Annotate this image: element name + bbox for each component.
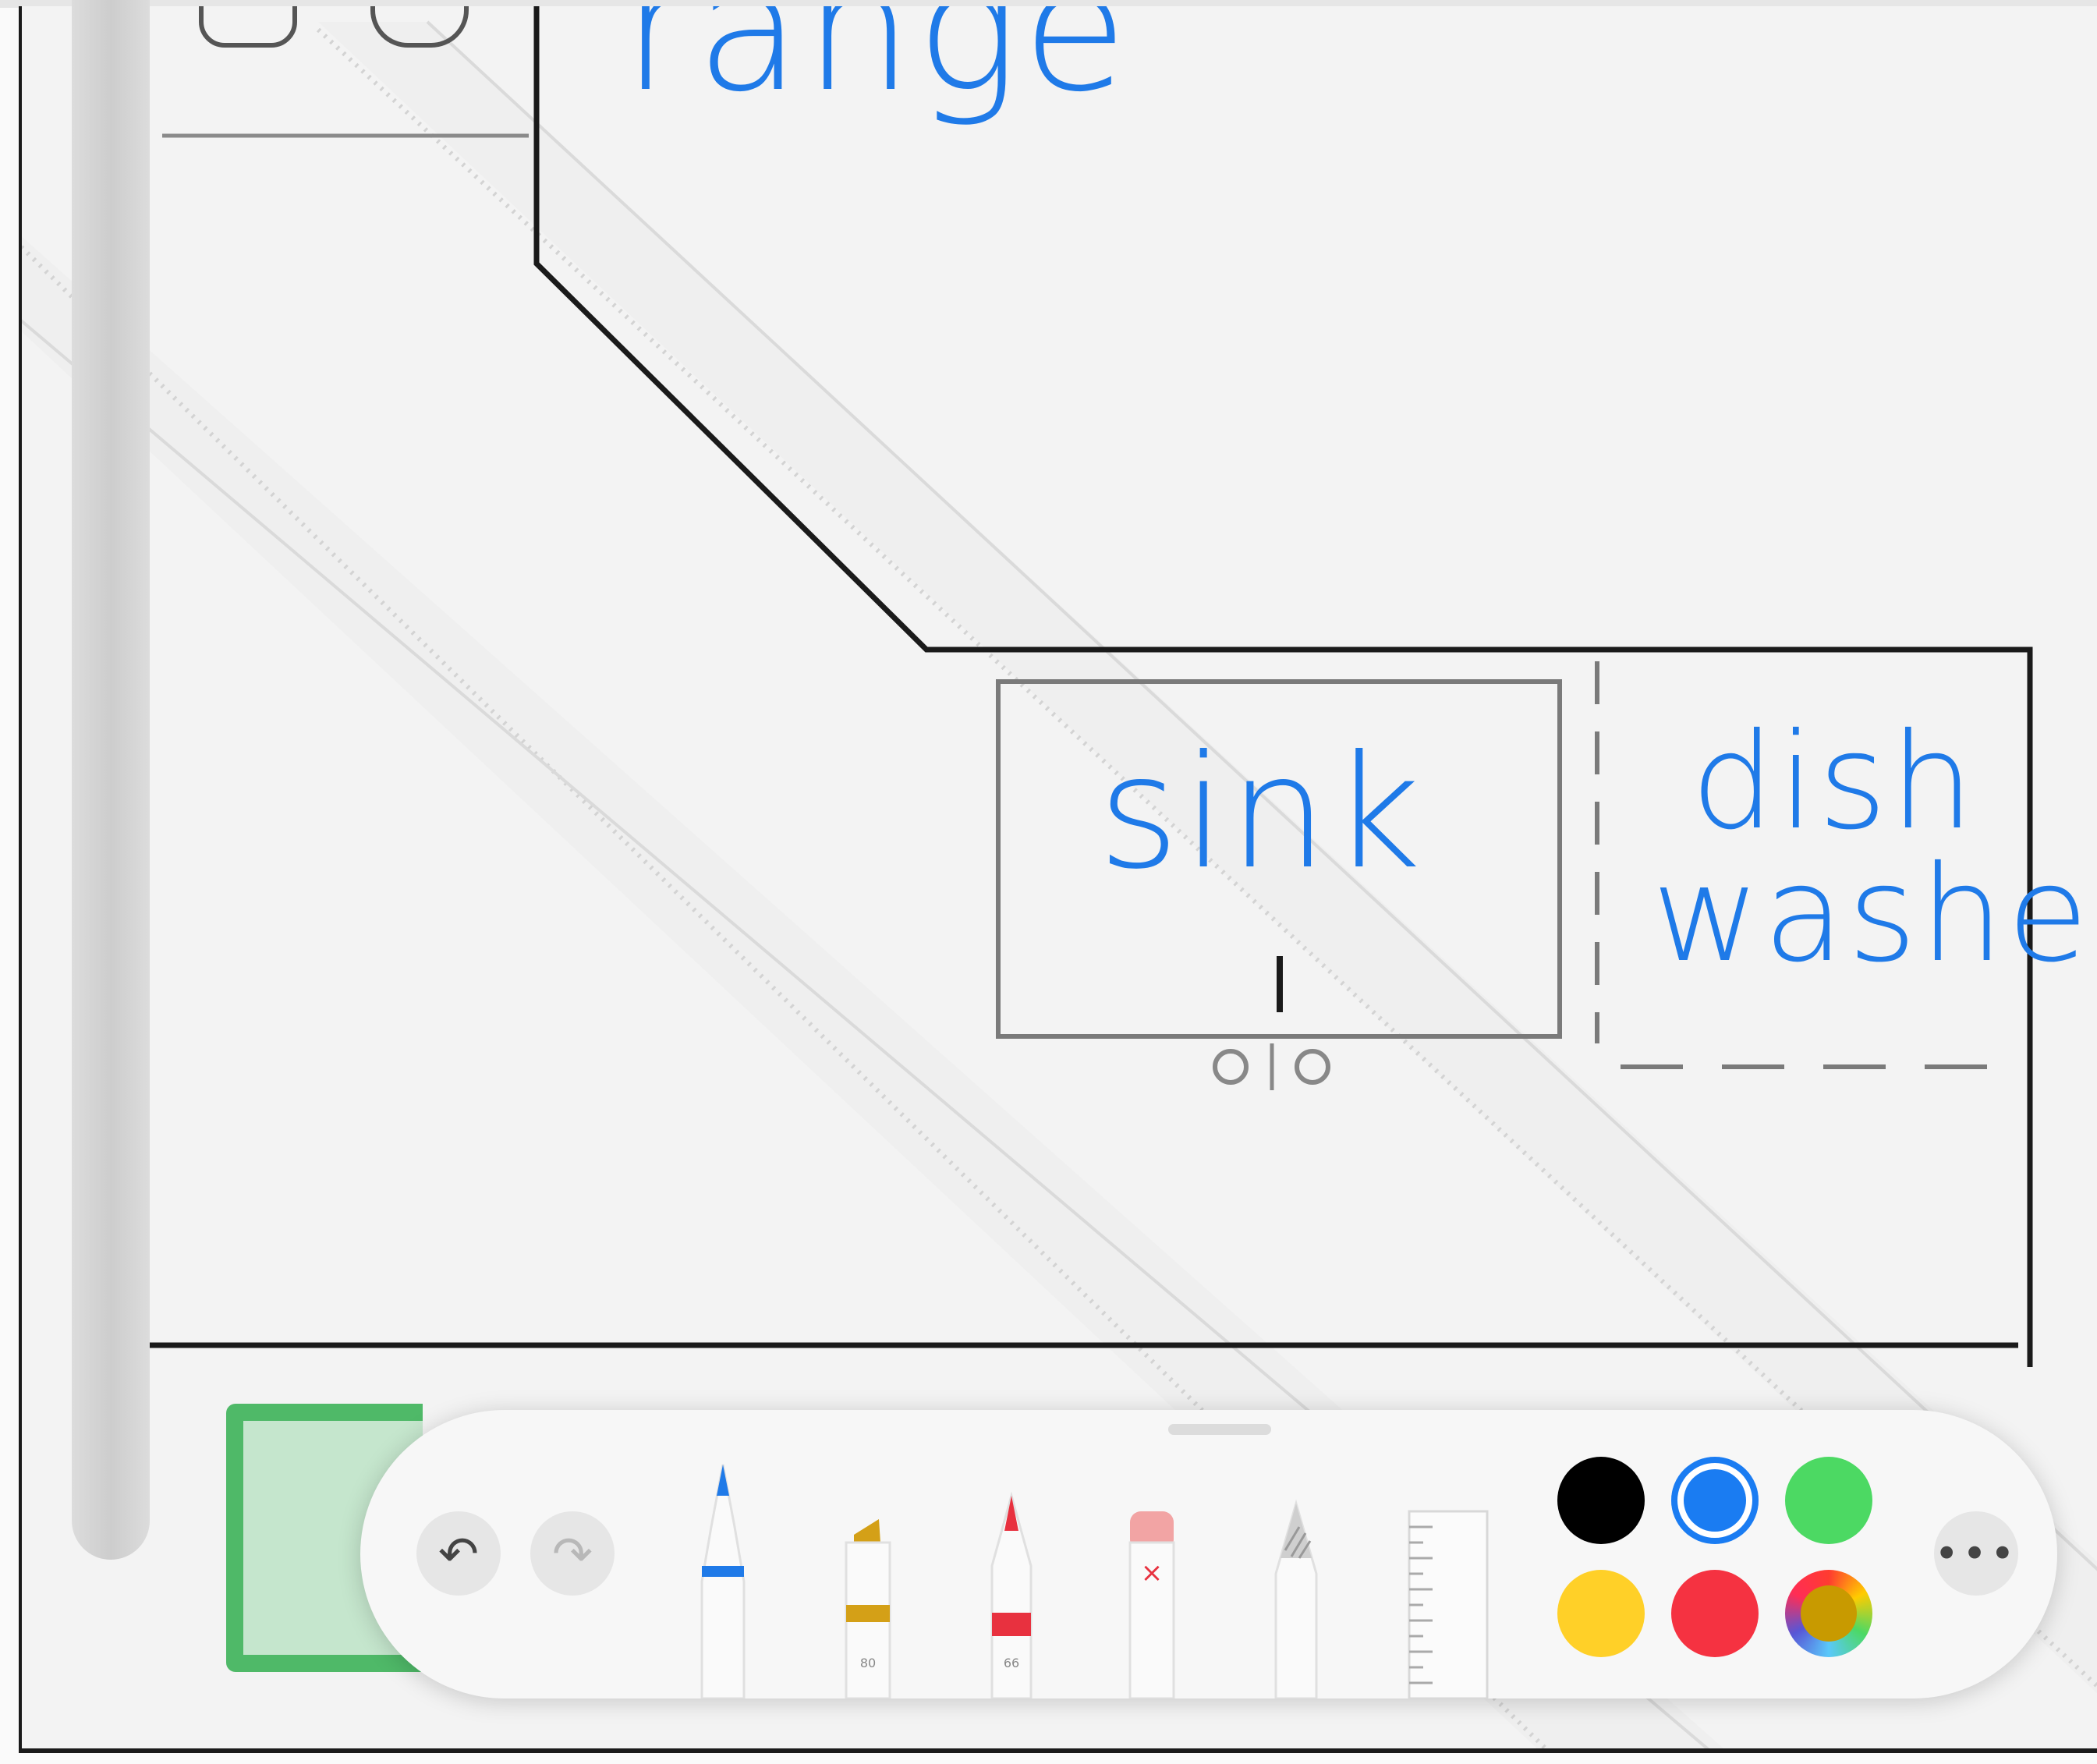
pencil-tool[interactable]: 66 bbox=[976, 1488, 1047, 1698]
color-black-swatch[interactable] bbox=[1557, 1457, 1645, 1544]
label-range: range bbox=[622, 6, 1132, 129]
color-yellow-swatch[interactable] bbox=[1557, 1570, 1645, 1657]
pen-tool[interactable] bbox=[688, 1457, 758, 1698]
pencil-size-label: 66 bbox=[1004, 1656, 1019, 1670]
vertical-scrollbar[interactable] bbox=[72, 0, 150, 1560]
label-dish: dish bbox=[1691, 705, 1978, 859]
marker-size-label: 80 bbox=[860, 1656, 876, 1670]
ellipsis-icon: ••• bbox=[1934, 1528, 2018, 1578]
svg-text:×: × bbox=[1141, 1557, 1164, 1589]
ruler-tool[interactable] bbox=[1401, 1504, 1495, 1698]
color-picker-wheel[interactable] bbox=[1785, 1570, 1872, 1657]
lasso-tool[interactable] bbox=[1265, 1496, 1327, 1698]
markup-toolbar: ↶ ↷ 80 66 × ••• bbox=[360, 1410, 2057, 1698]
counter-outline bbox=[533, 6, 2033, 1367]
knob-left bbox=[1213, 1049, 1249, 1085]
more-options-button[interactable]: ••• bbox=[1934, 1511, 2018, 1596]
knob-right bbox=[1295, 1049, 1330, 1085]
marker-tool[interactable]: 80 bbox=[832, 1496, 902, 1698]
label-washer: washer bbox=[1652, 838, 2097, 992]
undo-button[interactable]: ↶ bbox=[416, 1511, 501, 1596]
color-red-swatch[interactable] bbox=[1671, 1570, 1759, 1657]
label-sink: sink bbox=[1098, 722, 1425, 904]
pen-tip-icon bbox=[717, 1465, 729, 1496]
toolbar-grabber-handle[interactable] bbox=[1168, 1424, 1271, 1435]
color-green-swatch[interactable] bbox=[1785, 1457, 1872, 1544]
undo-arrow-icon: ↶ bbox=[438, 1525, 479, 1582]
color-blue-swatch-selected[interactable] bbox=[1671, 1457, 1759, 1544]
redo-arrow-icon: ↷ bbox=[552, 1525, 593, 1582]
current-custom-color bbox=[1801, 1585, 1857, 1642]
eraser-tool[interactable]: × bbox=[1121, 1504, 1183, 1698]
redo-button[interactable]: ↷ bbox=[530, 1511, 615, 1596]
